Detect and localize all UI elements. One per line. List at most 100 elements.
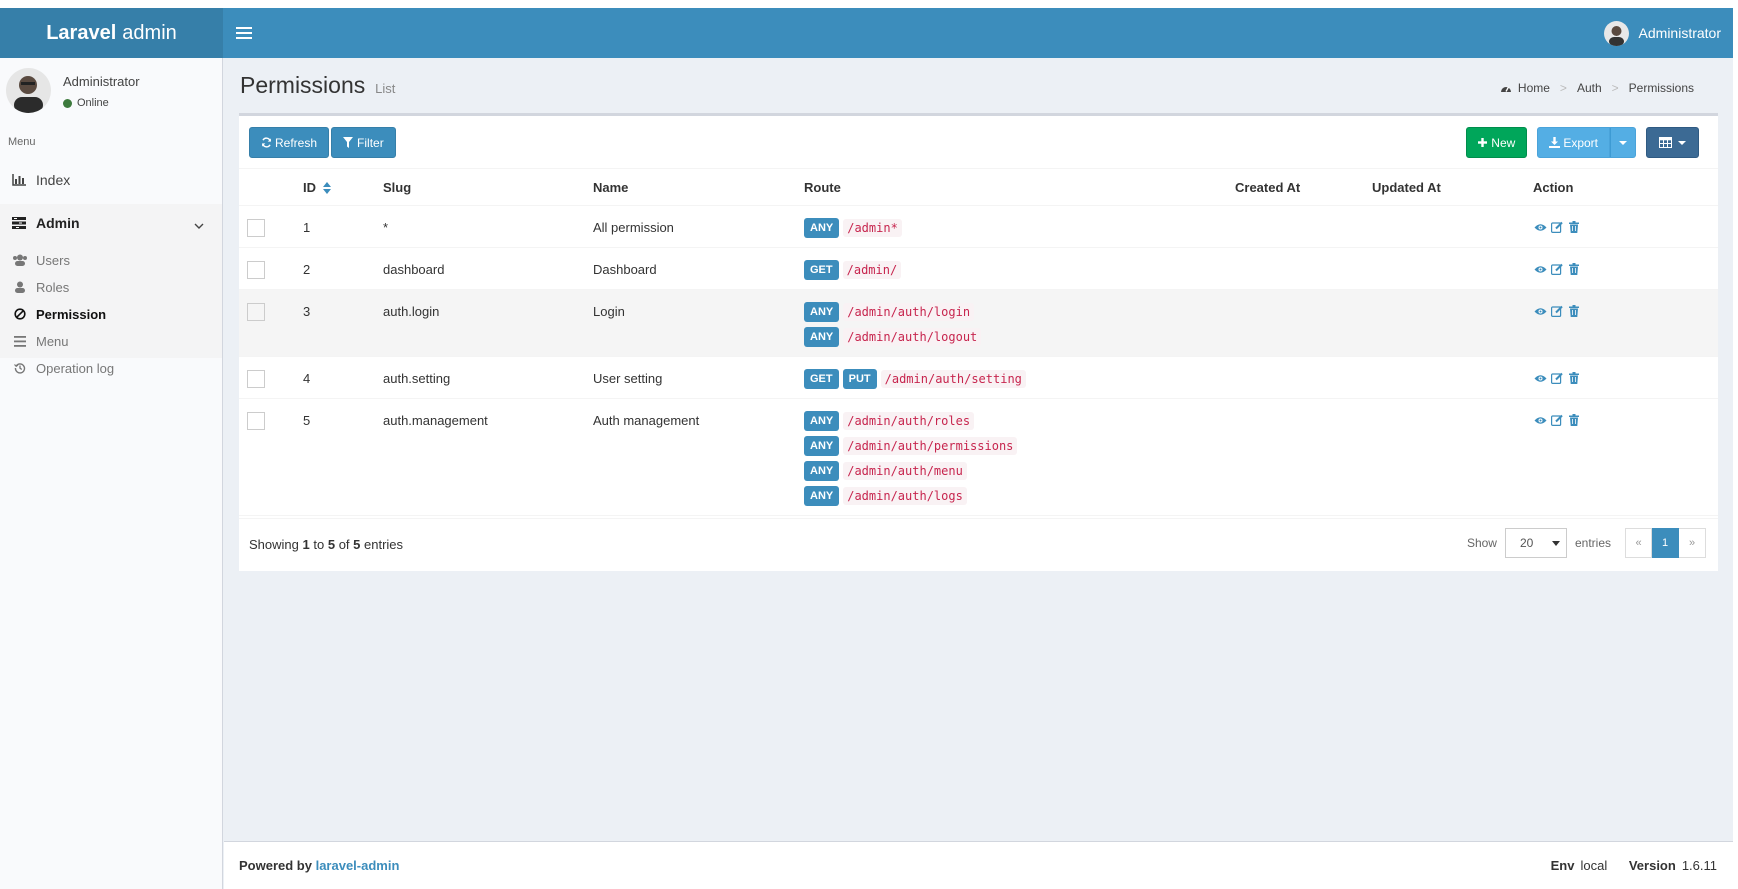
- page-1-button[interactable]: 1: [1652, 528, 1679, 558]
- per-page-control: Show 20 entries « 1 »: [1467, 528, 1706, 558]
- export-group: Export: [1537, 127, 1636, 158]
- view-icon[interactable]: [1533, 262, 1547, 276]
- showing-entries-text: Showing 1 to 5 of 5 entries: [249, 537, 404, 552]
- cell-id: 2: [303, 247, 383, 290]
- trash-icon[interactable]: [1567, 371, 1581, 385]
- caret-down-icon: [1678, 140, 1686, 145]
- laravel-admin-link[interactable]: laravel-admin: [316, 858, 400, 873]
- row-checkbox[interactable]: [247, 412, 265, 430]
- trash-icon[interactable]: [1567, 304, 1581, 318]
- page-title: Permissions: [240, 72, 366, 98]
- method-badge: ANY: [804, 486, 840, 506]
- route-path: /admin*: [843, 219, 902, 237]
- filter-label: Filter: [357, 135, 384, 150]
- powered-by: Powered by laravel-admin: [239, 858, 400, 873]
- row-actions: [1533, 262, 1718, 276]
- route-path: /admin/auth/roles: [843, 412, 975, 430]
- sidebar-item-label: Index: [36, 172, 71, 188]
- prev-page-button[interactable]: «: [1625, 528, 1652, 558]
- export-dropdown-toggle[interactable]: [1610, 127, 1636, 158]
- export-button[interactable]: Export: [1537, 127, 1610, 158]
- ban-icon: [12, 308, 28, 320]
- route-path: /admin/auth/login: [843, 303, 975, 321]
- breadcrumb-current: Permissions: [1628, 81, 1694, 95]
- trash-icon[interactable]: [1567, 220, 1581, 234]
- show-label: Show: [1466, 536, 1497, 550]
- sidebar-item-label: Roles: [36, 279, 70, 295]
- cell-id: 1: [303, 205, 383, 248]
- view-icon[interactable]: [1533, 220, 1547, 234]
- sidebar: Administrator Online Menu Index Admin Us…: [0, 58, 223, 889]
- toolbar-left: Refresh Filter: [249, 127, 396, 158]
- cell-name: Login: [593, 289, 804, 357]
- edit-icon[interactable]: [1550, 371, 1564, 385]
- edit-icon[interactable]: [1550, 220, 1564, 234]
- edit-icon[interactable]: [1550, 413, 1564, 427]
- view-icon[interactable]: [1533, 371, 1547, 385]
- online-dot-icon: [63, 98, 72, 108]
- row-checkbox[interactable]: [247, 303, 265, 321]
- table-row: 1 * All permission ANY/admin*: [239, 205, 1718, 248]
- column-header-name: Name: [593, 168, 804, 206]
- sidebar-item-admin[interactable]: Admin: [0, 204, 222, 242]
- row-checkbox[interactable]: [247, 219, 265, 237]
- cell-slug: dashboard: [383, 247, 593, 290]
- row-checkbox[interactable]: [247, 261, 265, 279]
- cell-name: Auth management: [593, 398, 804, 516]
- sidebar-item-menu[interactable]: Menu: [12, 326, 212, 356]
- row-actions: [1533, 413, 1718, 427]
- edit-icon[interactable]: [1550, 304, 1564, 318]
- sort-icon[interactable]: [322, 182, 331, 195]
- main-footer: Powered by laravel-admin Env local Versio…: [224, 841, 1733, 889]
- tasks-icon: [10, 217, 28, 229]
- sidebar-item-users[interactable]: Users: [12, 245, 212, 275]
- caret-down-icon: [1619, 140, 1627, 145]
- edit-icon[interactable]: [1550, 262, 1564, 276]
- logo[interactable]: Laravel admin: [0, 8, 223, 58]
- column-header-route: Route: [804, 168, 1235, 206]
- per-page-select[interactable]: 20: [1504, 528, 1567, 558]
- route-path: /admin/auth/logout: [843, 328, 982, 346]
- sidebar-item-operation-log[interactable]: Operation log: [12, 353, 212, 383]
- cell-route: ANY/admin/auth/login ANY/admin/auth/logo…: [804, 289, 1235, 357]
- user-menu[interactable]: Administrator: [1603, 8, 1721, 58]
- breadcrumb-auth[interactable]: Auth: [1577, 81, 1602, 95]
- row-actions: [1533, 304, 1718, 318]
- table-row: 4 auth.setting User setting GET PUT/admin…: [239, 356, 1718, 399]
- admin-submenu: Users Roles Permission Menu Operation lo…: [0, 242, 222, 376]
- refresh-button[interactable]: Refresh: [249, 127, 330, 158]
- scrollbar[interactable]: [1733, 8, 1738, 889]
- sidebar-item-permission[interactable]: Permission: [12, 299, 212, 329]
- user-icon: [12, 281, 28, 293]
- column-header-id[interactable]: ID: [303, 168, 383, 206]
- users-icon: [12, 254, 28, 266]
- method-badge: PUT: [842, 369, 877, 389]
- cell-route: ANY/admin*: [804, 205, 1235, 248]
- row-checkbox[interactable]: [247, 370, 265, 388]
- cell-slug: *: [383, 205, 593, 248]
- caret-down-icon: [1551, 540, 1560, 546]
- view-icon[interactable]: [1533, 304, 1547, 318]
- breadcrumb-home[interactable]: Home: [1518, 81, 1550, 95]
- trash-icon[interactable]: [1567, 413, 1581, 427]
- sidebar-item-label: Admin: [36, 215, 80, 231]
- column-header-updated-at: Updated At: [1372, 168, 1533, 206]
- top-strip: [0, 0, 1738, 8]
- cell-slug: auth.management: [383, 398, 593, 516]
- view-icon[interactable]: [1533, 413, 1547, 427]
- column-selector-button[interactable]: [1646, 127, 1699, 158]
- sidebar-toggle-icon[interactable]: [236, 24, 252, 42]
- method-badge: ANY: [804, 327, 840, 347]
- new-button[interactable]: New: [1466, 127, 1528, 158]
- trash-icon[interactable]: [1567, 262, 1581, 276]
- status-badge: Online: [63, 97, 109, 109]
- bars-icon: [12, 335, 28, 347]
- next-page-button[interactable]: »: [1679, 528, 1706, 558]
- breadcrumb: Home > Auth > Permissions: [1500, 81, 1694, 95]
- method-badge: GET: [804, 260, 839, 280]
- filter-button[interactable]: Filter: [331, 127, 396, 158]
- sidebar-item-roles[interactable]: Roles: [12, 272, 212, 302]
- bar-chart-icon: [10, 174, 28, 186]
- sidebar-item-index[interactable]: Index: [0, 162, 222, 198]
- filter-icon: [343, 137, 354, 148]
